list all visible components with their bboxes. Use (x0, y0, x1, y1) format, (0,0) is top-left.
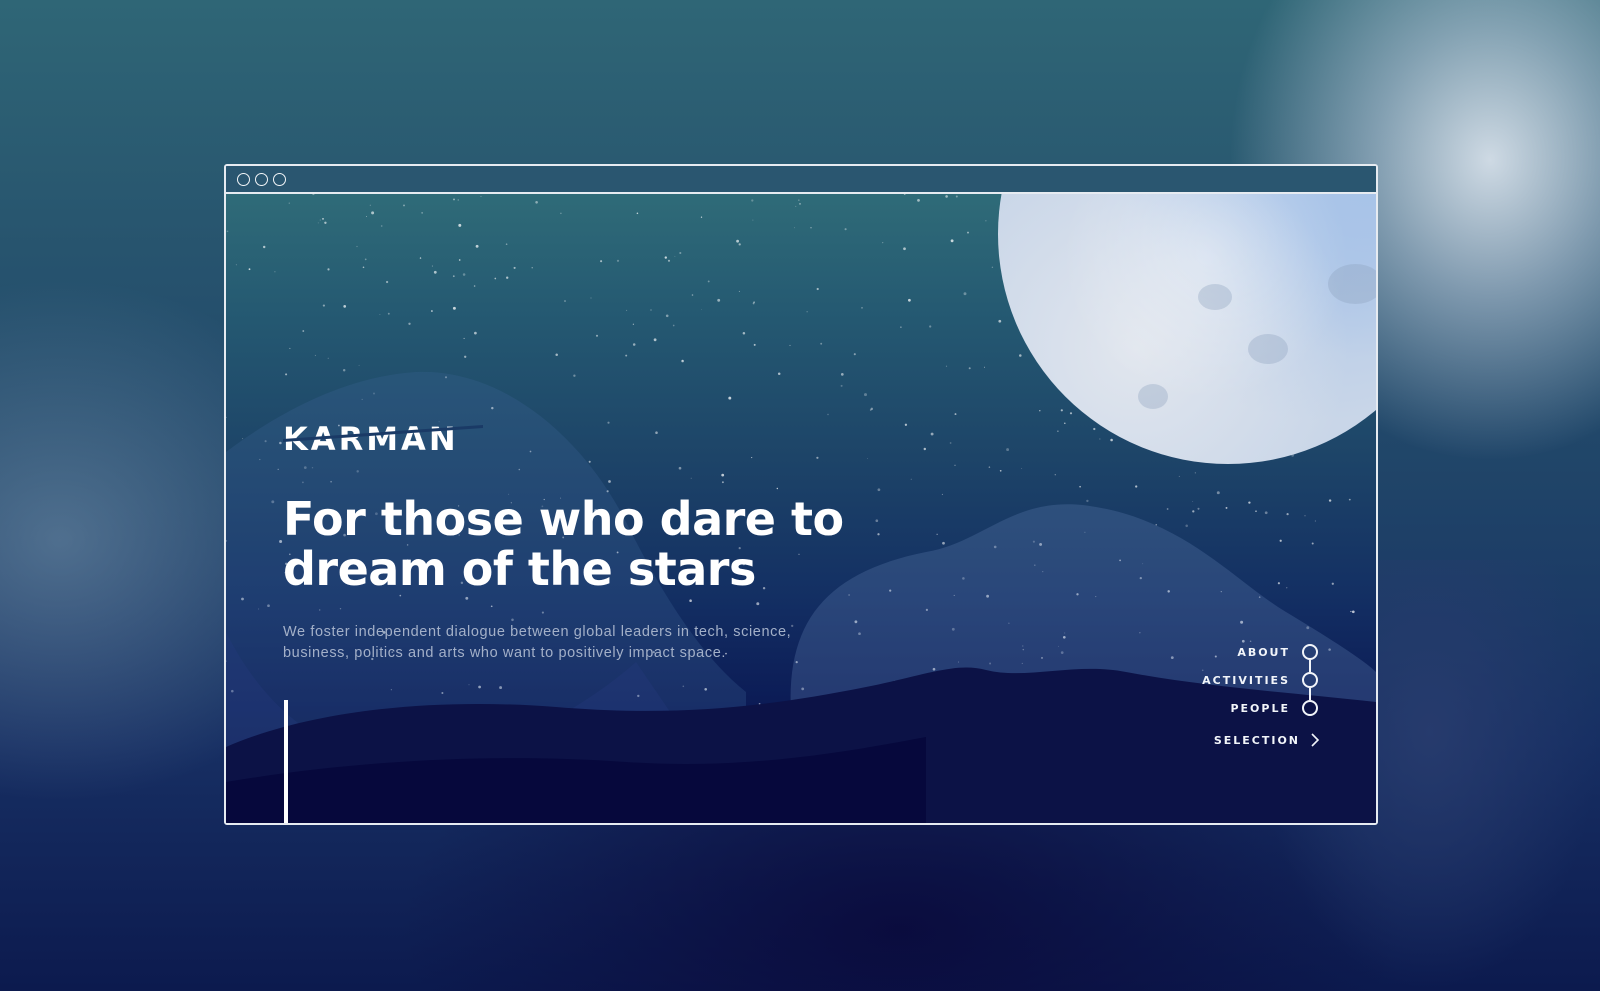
description-line-1: We foster independent dialogue between g… (283, 624, 792, 640)
chevron-right-icon (1311, 733, 1320, 747)
nav-label-people: PEOPLE (1230, 701, 1290, 715)
scroll-indicator (284, 700, 288, 823)
nav-item-people[interactable]: PEOPLE (1138, 694, 1318, 722)
hero-headline: For those who dare to dream of the stars (283, 494, 863, 594)
window-dot-1[interactable] (237, 172, 250, 186)
nav-circle-icon[interactable] (1302, 700, 1318, 716)
window-dot-2[interactable] (255, 172, 268, 186)
nav-circle-icon[interactable] (1302, 644, 1318, 660)
nav-circle-icon[interactable] (1302, 672, 1318, 688)
nav-label-about: ABOUT (1237, 645, 1290, 659)
headline-line-2: dream of the stars (283, 542, 756, 596)
nav-label-activities: ACTIVITIES (1202, 673, 1290, 687)
hero-section: KARMAN For those who dare to dream of th… (226, 194, 1376, 823)
nav-item-activities[interactable]: ACTIVITIES (1138, 666, 1318, 694)
headline-line-1: For those who dare to (283, 492, 844, 546)
description-line-2: business, politics and arts who want to … (283, 645, 726, 661)
selection-label: SELECTION (1213, 733, 1300, 747)
browser-titlebar (226, 166, 1376, 194)
window-dot-3[interactable] (273, 172, 286, 186)
karman-logo[interactable]: KARMAN (283, 422, 483, 456)
hero-description: We foster independent dialogue between g… (283, 622, 863, 664)
nav-item-about[interactable]: ABOUT (1138, 638, 1318, 666)
selection-link[interactable]: SELECTION (1214, 732, 1320, 748)
browser-window: KARMAN For those who dare to dream of th… (224, 164, 1378, 825)
section-nav: ABOUT ACTIVITIES PEOPLE (1138, 638, 1318, 722)
